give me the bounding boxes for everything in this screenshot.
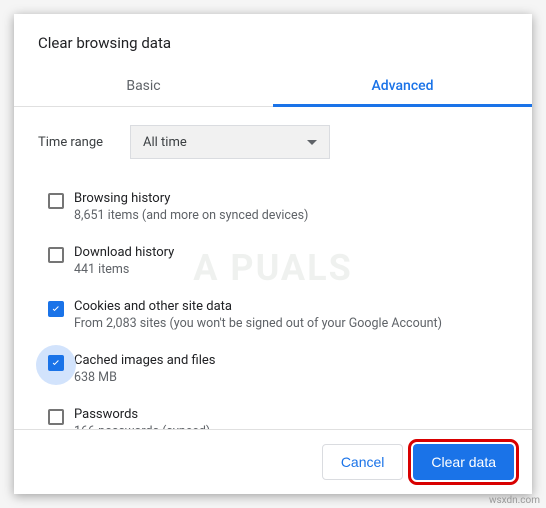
attribution-text: wsxdn.com: [489, 495, 540, 506]
checkbox-download-history[interactable]: [48, 247, 64, 263]
list-item: Cached images and files 638 MB: [38, 345, 508, 399]
list-item: Download history 441 items: [38, 237, 508, 291]
item-title: Browsing history: [74, 191, 508, 206]
tab-bar: Basic Advanced: [14, 68, 532, 107]
item-title: Cached images and files: [74, 353, 508, 368]
item-title: Cookies and other site data: [74, 299, 508, 314]
time-range-select[interactable]: All time: [130, 125, 330, 159]
time-range-row: Time range All time: [38, 125, 508, 159]
item-subtitle: From 2,083 sites (you won't be signed ou…: [74, 316, 508, 331]
clear-data-button[interactable]: Clear data: [413, 444, 514, 480]
checkbox-cached-images[interactable]: [48, 355, 64, 371]
item-subtitle: 8,651 items (and more on synced devices): [74, 208, 508, 223]
list-item: Passwords 166 passwords (synced): [38, 399, 508, 429]
list-item: Browsing history 8,651 items (and more o…: [38, 183, 508, 237]
list-item: Cookies and other site data From 2,083 s…: [38, 291, 508, 345]
item-subtitle: 166 passwords (synced): [74, 424, 508, 429]
cancel-button[interactable]: Cancel: [322, 444, 404, 480]
checkbox-browsing-history[interactable]: [48, 193, 64, 209]
clear-browsing-data-dialog: Clear browsing data Basic Advanced A PUA…: [14, 14, 532, 494]
item-subtitle: 441 items: [74, 262, 508, 277]
tab-basic[interactable]: Basic: [14, 68, 273, 106]
time-range-label: Time range: [38, 135, 130, 150]
dialog-footer: Cancel Clear data: [14, 429, 532, 494]
dialog-content-scroll[interactable]: Time range All time Browsing history 8,6…: [14, 107, 532, 429]
checkbox-cookies[interactable]: [48, 301, 64, 317]
checkbox-passwords[interactable]: [48, 409, 64, 425]
item-subtitle: 638 MB: [74, 370, 508, 385]
item-title: Download history: [74, 245, 508, 260]
dialog-title: Clear browsing data: [14, 14, 532, 68]
tab-advanced[interactable]: Advanced: [273, 68, 532, 106]
item-title: Passwords: [74, 407, 508, 422]
time-range-value: All time: [143, 135, 187, 150]
chevron-down-icon: [307, 140, 317, 145]
